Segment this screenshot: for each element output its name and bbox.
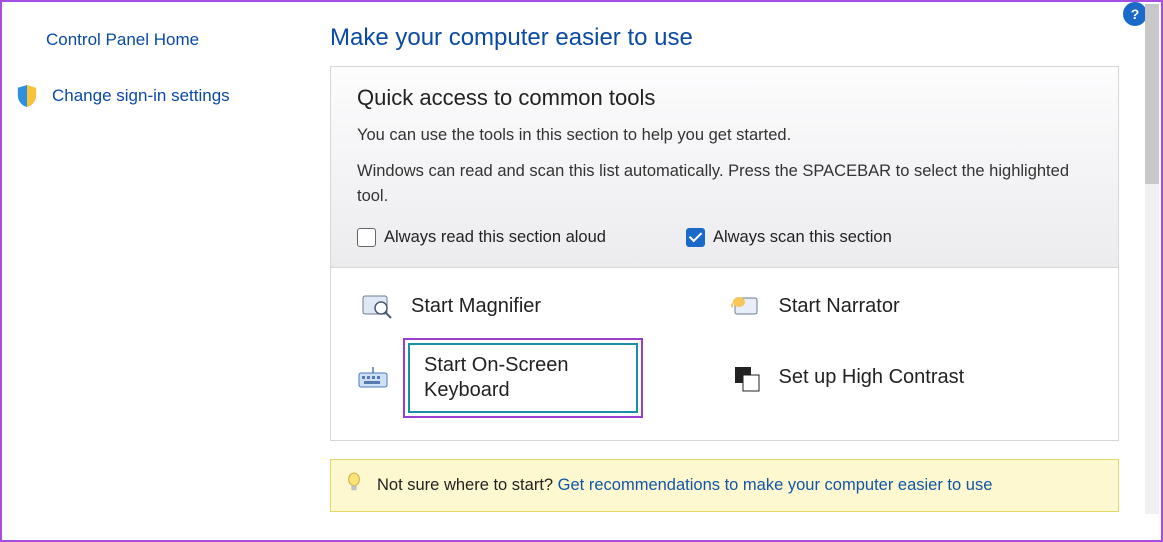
tool-osk[interactable]: Start On-Screen Keyboard	[408, 343, 638, 413]
recommendation-bar: Not sure where to start? Get recommendat…	[330, 459, 1119, 512]
panel-header: Quick access to common tools You can use…	[331, 67, 1118, 268]
panel-scan-note: Windows can read and scan this list auto…	[357, 159, 1092, 210]
panel-intro: You can use the tools in this section to…	[357, 123, 1092, 149]
narrator-icon	[729, 292, 763, 322]
tool-magnifier[interactable]: Start Magnifier	[357, 288, 725, 326]
checkbox-box-unchecked	[357, 228, 376, 247]
magnifier-icon	[361, 292, 395, 322]
help-icon[interactable]: ?	[1123, 2, 1147, 26]
sidebar-link-home[interactable]: Control Panel Home	[14, 24, 292, 56]
recommend-prefix: Not sure where to start?	[377, 476, 558, 494]
checkbox-scan-section[interactable]: Always scan this section	[686, 228, 892, 247]
checkbox-row: Always read this section aloud Always sc…	[357, 228, 1092, 247]
tool-osk-highlight: Start On-Screen Keyboard	[403, 338, 643, 418]
tools-grid: Start Magnifier Start Narrator	[331, 268, 1118, 440]
checkbox-scan-label: Always scan this section	[713, 228, 892, 247]
lightbulb-icon	[345, 472, 363, 499]
checkbox-read-label: Always read this section aloud	[384, 228, 606, 247]
tool-osk-row: Start On-Screen Keyboard	[357, 338, 725, 418]
scrollbar-track[interactable]	[1145, 4, 1159, 514]
scrollbar-thumb[interactable]	[1145, 4, 1159, 184]
main: Make your computer easier to use Quick a…	[312, 2, 1143, 540]
sidebar-link-signin[interactable]: Change sign-in settings	[14, 80, 292, 112]
tool-high-contrast-label: Set up High Contrast	[779, 366, 965, 389]
page-root: Control Panel Home Change sign-in settin…	[2, 2, 1161, 540]
page-title: Make your computer easier to use	[330, 24, 1119, 52]
shield-icon	[16, 84, 38, 108]
checkbox-read-aloud[interactable]: Always read this section aloud	[357, 228, 606, 247]
keyboard-icon	[357, 363, 391, 393]
sidebar-link-signin-label: Change sign-in settings	[52, 86, 230, 105]
high-contrast-icon	[729, 363, 763, 393]
tool-high-contrast[interactable]: Set up High Contrast	[725, 338, 1093, 418]
tool-osk-label: Start On-Screen Keyboard	[424, 353, 622, 403]
tool-narrator[interactable]: Start Narrator	[725, 288, 1093, 326]
tool-magnifier-label: Start Magnifier	[411, 295, 541, 318]
recommend-link[interactable]: Get recommendations to make your compute…	[558, 476, 993, 494]
tool-narrator-label: Start Narrator	[779, 295, 900, 318]
sidebar: Control Panel Home Change sign-in settin…	[2, 2, 312, 540]
quick-access-panel: Quick access to common tools You can use…	[330, 66, 1119, 441]
checkbox-box-checked	[686, 228, 705, 247]
panel-heading: Quick access to common tools	[357, 85, 1092, 111]
recommend-text: Not sure where to start? Get recommendat…	[377, 476, 992, 495]
